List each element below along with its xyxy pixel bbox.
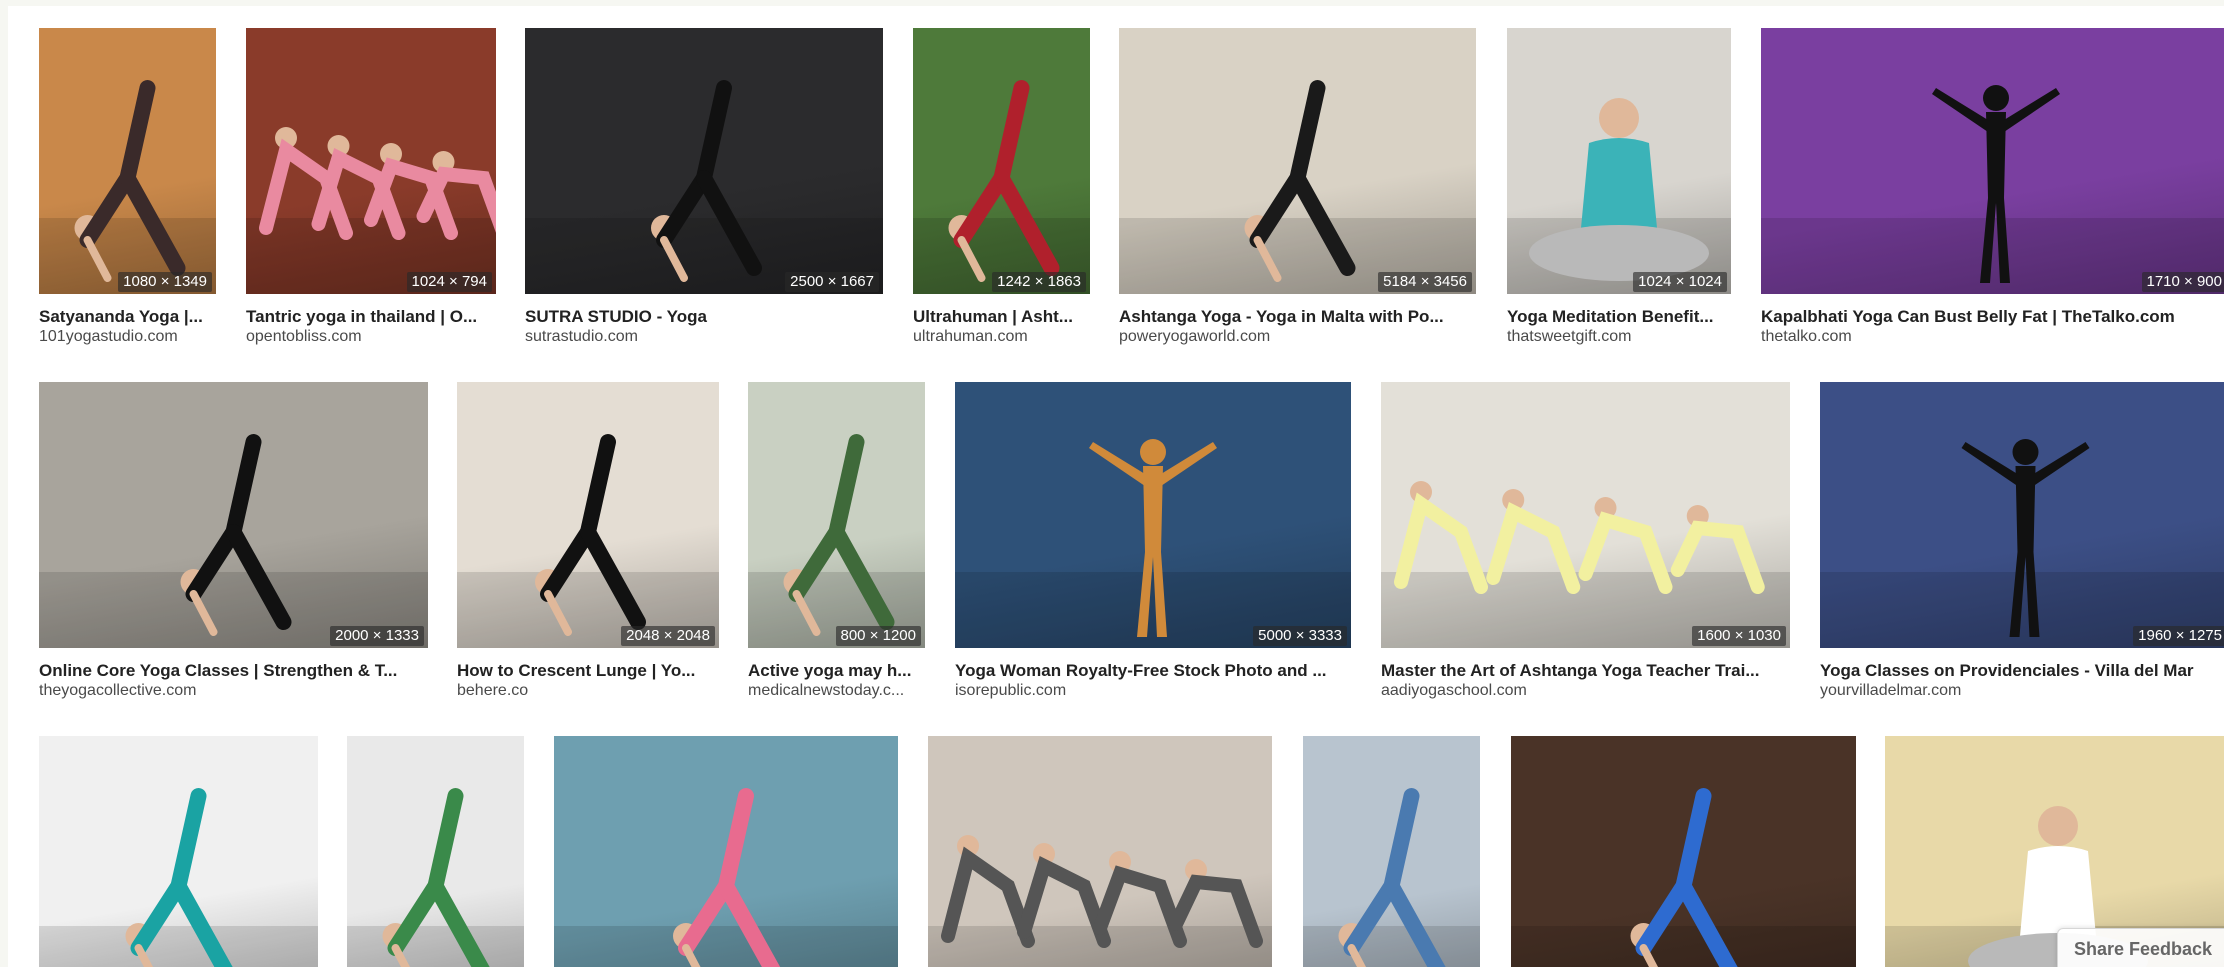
result-title[interactable]: Tantric yoga in thailand | O... [246, 307, 496, 327]
result-source-domain[interactable]: opentobliss.com [246, 327, 496, 347]
image-result-tile[interactable]: 1710 × 900 Kapalbhati Yoga Can Bust Belly… [1761, 28, 2224, 347]
image-dimensions-badge: 2500 × 1667 [785, 272, 879, 292]
result-source-domain[interactable]: thatsweetgift.com [1507, 327, 1731, 347]
image-search-page: 1080 × 1349 Satyananda Yoga |... 101yogast… [0, 0, 2224, 967]
image-dimensions-badge: 2000 × 1333 [330, 626, 424, 646]
result-title[interactable]: Satyananda Yoga |... [39, 307, 216, 327]
image-result-tile[interactable]: 1960 × 1275 Yoga Classes on Providenciale… [1820, 382, 2224, 701]
image-result-tile[interactable]: 1080 × 1349 Satyananda Yoga |... 101yogast… [39, 28, 216, 347]
image-thumbnail[interactable]: 2048 × 2048 [457, 382, 719, 648]
result-source-domain[interactable]: aadiyogaschool.com [1381, 681, 1790, 701]
image-thumbnail[interactable]: 1080 × 1349 [39, 28, 216, 294]
result-title[interactable]: Yoga Classes on Providenciales - Villa d… [1820, 661, 2224, 681]
result-source-domain[interactable]: medicalnewstoday.c... [748, 681, 925, 701]
image-thumbnail[interactable]: 1024 × 1024 [1507, 28, 1731, 294]
result-source-domain[interactable]: sutrastudio.com [525, 327, 883, 347]
image-thumbnail[interactable] [1511, 736, 1856, 967]
result-source-domain[interactable]: behere.co [457, 681, 719, 701]
image-result-tile[interactable]: 5184 × 3456 Ashtanga Yoga - Yoga in Malta… [1119, 28, 1476, 347]
image-dimensions-badge: 1710 × 900 [2141, 272, 2224, 292]
image-thumbnail[interactable]: 1710 × 900 [1761, 28, 2224, 294]
core-yoga-pose-photo [39, 382, 428, 648]
image-dimensions-badge: 1242 × 1863 [992, 272, 1086, 292]
image-thumbnail[interactable]: 1024 × 794 [246, 28, 496, 294]
image-dimensions-badge: 2048 × 2048 [621, 626, 715, 646]
image-dimensions-badge: 5000 × 3333 [1253, 626, 1347, 646]
result-title[interactable]: Kapalbhati Yoga Can Bust Belly Fat | The… [1761, 307, 2224, 327]
image-dimensions-badge: 1024 × 794 [406, 272, 492, 292]
image-thumbnail[interactable]: 5000 × 3333 [955, 382, 1351, 648]
image-result-tile[interactable]: 1024 × 794 Tantric yoga in thailand | O..… [246, 28, 496, 347]
result-title[interactable]: Active yoga may h... [748, 661, 925, 681]
image-thumbnail[interactable]: 1600 × 1030 [1381, 382, 1790, 648]
image-dimensions-badge: 800 × 1200 [835, 626, 921, 646]
image-result-tile[interactable] [1511, 736, 1856, 967]
reclining-twist-photo [1511, 736, 1856, 967]
result-title[interactable]: How to Crescent Lunge | Yo... [457, 661, 719, 681]
group-yoga-class-photo [246, 28, 496, 294]
image-result-tile[interactable]: 5000 × 3333 Yoga Woman Royalty-Free Stock… [955, 382, 1351, 701]
forward-bend-photo [347, 736, 524, 967]
result-title[interactable]: Master the Art of Ashtanga Yoga Teacher … [1381, 661, 1790, 681]
result-source-domain[interactable]: isorepublic.com [955, 681, 1351, 701]
image-result-tile[interactable]: 2500 × 1667 SUTRA STUDIO - Yoga sutrastudi… [525, 28, 883, 347]
image-result-tile[interactable] [554, 736, 898, 967]
image-thumbnail[interactable]: 1960 × 1275 [1820, 382, 2224, 648]
result-source-domain[interactable]: 101yogastudio.com [39, 327, 216, 347]
image-thumbnail[interactable]: 2500 × 1667 [525, 28, 883, 294]
result-source-domain[interactable]: thetalko.com [1761, 327, 2224, 347]
result-source-domain[interactable]: poweryogaworld.com [1119, 327, 1476, 347]
result-title[interactable]: Ultrahuman | Asht... [913, 307, 1090, 327]
result-source-domain[interactable]: theyogacollective.com [39, 681, 428, 701]
image-result-tile[interactable]: 2048 × 2048 How to Crescent Lunge | Yo...… [457, 382, 719, 701]
result-title[interactable]: Ashtanga Yoga - Yoga in Malta with Po... [1119, 307, 1476, 327]
image-thumbnail[interactable] [39, 736, 318, 967]
result-title[interactable]: Online Core Yoga Classes | Strengthen & … [39, 661, 428, 681]
image-dimensions-badge: 1024 × 1024 [1633, 272, 1727, 292]
meditation-hands-photo [1507, 28, 1731, 294]
yoga-pose-on-rock-photo [39, 28, 216, 294]
standing-pose-by-lake-photo [913, 28, 1090, 294]
result-source-domain[interactable]: ultrahuman.com [913, 327, 1090, 347]
image-dimensions-badge: 1960 × 1275 [2133, 626, 2224, 646]
image-result-tile[interactable] [928, 736, 1272, 967]
crescent-lunge-photo [457, 382, 719, 648]
image-results-grid: 1080 × 1349 Satyananda Yoga |... 101yogast… [8, 6, 2224, 967]
result-title[interactable]: Yoga Meditation Benefit... [1507, 307, 1731, 327]
image-result-tile[interactable]: 1242 × 1863 Ultrahuman | Asht... ultrahuma… [913, 28, 1090, 347]
yoga-on-mat-indoor-photo [748, 382, 925, 648]
tree-pose-silhouette-photo [1761, 28, 2224, 294]
handstand-at-sunset-photo [955, 382, 1351, 648]
image-thumbnail[interactable]: 800 × 1200 [748, 382, 925, 648]
image-result-tile[interactable]: 1024 × 1024 Yoga Meditation Benefit... tha… [1507, 28, 1731, 347]
image-thumbnail[interactable] [554, 736, 898, 967]
image-result-tile[interactable]: 1600 × 1030 Master the Art of Ashtanga Yo… [1381, 382, 1790, 701]
result-title[interactable]: Yoga Woman Royalty-Free Stock Photo and … [955, 661, 1351, 681]
image-result-tile[interactable]: 2000 × 1333 Online Core Yoga Classes | St… [39, 382, 428, 701]
beach-yoga-photo [554, 736, 898, 967]
image-thumbnail[interactable]: 2000 × 1333 [39, 382, 428, 648]
result-source-domain[interactable]: yourvilladelmar.com [1820, 681, 2224, 701]
image-result-tile[interactable] [39, 736, 318, 967]
image-thumbnail[interactable]: 5184 × 3456 [1119, 28, 1476, 294]
image-thumbnail[interactable] [1303, 736, 1480, 967]
backbend-with-wheel-photo [39, 736, 318, 967]
seated-meditation-group-photo [928, 736, 1272, 967]
image-dimensions-badge: 1080 × 1349 [118, 272, 212, 292]
warrior-pose-rooftop-photo [1303, 736, 1480, 967]
image-thumbnail[interactable]: 1242 × 1863 [913, 28, 1090, 294]
downward-dog-studio-photo [525, 28, 883, 294]
image-result-tile[interactable]: 800 × 1200 Active yoga may h... medicalnew… [748, 382, 925, 701]
result-title[interactable]: SUTRA STUDIO - Yoga [525, 307, 883, 327]
image-dimensions-badge: 1600 × 1030 [1692, 626, 1786, 646]
standing-leg-raise-photo [1119, 28, 1476, 294]
image-dimensions-badge: 5184 × 3456 [1378, 272, 1472, 292]
dancer-pose-silhouette-photo [1820, 382, 2224, 648]
image-thumbnail[interactable] [347, 736, 524, 967]
group-downward-dog-photo [1381, 382, 1790, 648]
image-result-tile[interactable] [347, 736, 524, 967]
share-feedback-button[interactable]: Share Feedback [2057, 928, 2224, 967]
image-thumbnail[interactable] [928, 736, 1272, 967]
image-result-tile[interactable] [1303, 736, 1480, 967]
